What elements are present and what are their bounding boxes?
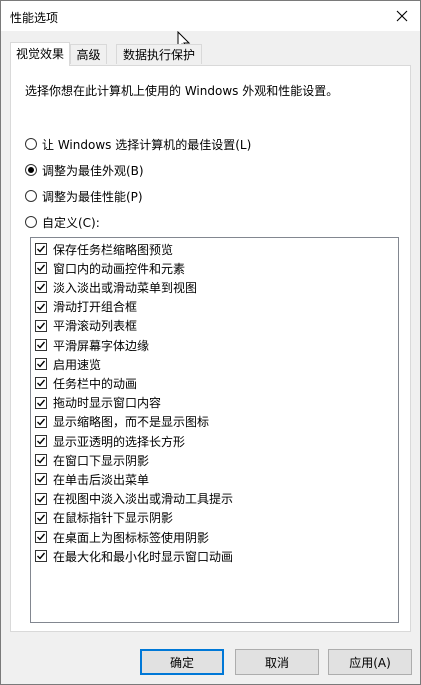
effect-label: 窗口内的动画控件和元素 [53,261,186,276]
effect-list-item[interactable]: 在视图中淡入淡出或滑动工具提示 [35,490,233,508]
checkmark-icon [37,552,46,560]
effect-list-item[interactable]: 在桌面上为图标标签使用阴影 [35,528,209,546]
option-label: 让 Windows 选择计算机的最佳设置(L) [42,137,252,152]
panel-description: 选择你想在此计算机上使用的 Windows 外观和性能设置。 [25,84,339,98]
checkmark-icon [37,360,46,368]
effect-label: 显示亚透明的选择长方形 [53,434,186,449]
checkbox[interactable] [35,300,47,313]
option-best-appearance[interactable]: 调整为最佳外观(B) [25,161,144,179]
performance-options-dialog: 性能选项 视觉效果 高级 数据执行保护 选择你想在此计算机上使用的 Window… [0,0,421,685]
radio-button[interactable] [25,190,37,202]
effect-label: 滑动打开组合框 [53,300,138,315]
effect-label: 显示缩略图，而不是显示图标 [53,415,210,430]
effect-list-item[interactable]: 启用速览 [35,355,101,373]
radio-button[interactable] [25,216,37,228]
tab-advanced[interactable]: 高级 [70,44,107,64]
radio-button[interactable] [25,138,37,150]
checkbox[interactable] [35,492,47,505]
visual-effects-panel: 选择你想在此计算机上使用的 Windows 外观和性能设置。 让 Windows… [10,65,411,632]
ok-button[interactable]: 确定 [140,649,224,675]
checkmark-icon [37,264,46,272]
effect-label: 淡入淡出或滑动菜单到视图 [53,280,198,295]
checkmark-icon [37,418,46,426]
effect-list-item[interactable]: 在鼠标指针下显示阴影 [35,509,173,527]
effect-list-item[interactable]: 任务栏中的动画 [35,374,137,392]
effect-label: 在鼠标指针下显示阴影 [53,511,174,526]
effect-list-item[interactable]: 平滑屏幕字体边缘 [35,336,149,354]
effect-list-item[interactable]: 滑动打开组合框 [35,298,137,316]
checkbox[interactable] [35,339,47,351]
checkmark-icon [37,533,46,541]
checkmark-icon [37,283,46,291]
option-custom[interactable]: 自定义(C): [25,213,100,231]
effect-label: 任务栏中的动画 [53,376,138,391]
checkbox[interactable] [35,473,47,486]
effect-label: 启用速览 [53,357,102,372]
close-icon [396,10,408,22]
checkmark-icon [37,495,46,503]
effect-label: 在单击后淡出菜单 [53,472,150,487]
checkbox[interactable] [35,396,47,409]
effect-label: 在桌面上为图标标签使用阴影 [53,530,210,545]
checkmark-icon [37,303,46,311]
effect-label: 拖动时显示窗口内容 [53,396,162,411]
option-best-performance[interactable]: 调整为最佳性能(P) [25,187,143,205]
effect-list-item[interactable]: 保存任务栏缩略图预览 [35,240,173,258]
effect-list-item[interactable]: 在窗口下显示阴影 [35,451,149,469]
option-label: 调整为最佳性能(P) [42,189,143,204]
checkbox[interactable] [35,435,47,447]
effect-label: 在窗口下显示阴影 [53,453,150,468]
checkmark-icon [37,379,46,387]
effect-list-item[interactable]: 淡入淡出或滑动菜单到视图 [35,278,197,296]
checkbox[interactable] [35,454,47,467]
radio-button[interactable] [25,164,37,176]
checkbox[interactable] [35,243,47,255]
checkbox[interactable] [35,262,47,275]
effect-label: 平滑屏幕字体边缘 [53,338,150,353]
option-label: 调整为最佳外观(B) [42,163,144,178]
title-bar[interactable]: 性能选项 [1,1,420,31]
close-button[interactable] [384,1,420,31]
option-label: 自定义(C): [42,215,100,230]
checkbox[interactable] [35,281,47,294]
effect-label: 在视图中淡入淡出或滑动工具提示 [53,492,234,507]
effect-label: 在最大化和最小化时显示窗口动画 [53,549,234,564]
option-let-windows-choose[interactable]: 让 Windows 选择计算机的最佳设置(L) [25,135,251,153]
effect-list-item[interactable]: 显示缩略图，而不是显示图标 [35,413,209,431]
checkbox[interactable] [35,358,47,371]
effect-list-item[interactable]: 显示亚透明的选择长方形 [35,432,185,450]
checkmark-icon [37,245,46,253]
effect-list-item[interactable]: 平滑滚动列表框 [35,317,137,335]
checkmark-icon [37,399,46,407]
effect-list-item[interactable]: 在最大化和最小化时显示窗口动画 [35,547,233,565]
checkbox[interactable] [35,415,47,428]
checkmark-icon [37,437,46,445]
cancel-button[interactable]: 取消 [235,649,319,675]
visual-effects-list[interactable]: 保存任务栏缩略图预览 窗口内的动画控件和元素 淡入淡出或滑动菜单到视图 滑动打开组合框… [30,237,399,623]
effect-list-item[interactable]: 在单击后淡出菜单 [35,470,149,488]
checkbox[interactable] [35,531,47,543]
checkmark-icon [37,456,46,464]
apply-button[interactable]: 应用(A) [328,649,412,675]
checkmark-icon [37,475,46,483]
checkmark-icon [37,514,46,522]
checkbox[interactable] [35,319,47,332]
effect-list-item[interactable]: 拖动时显示窗口内容 [35,394,161,412]
checkmark-icon [37,322,46,330]
effect-label: 平滑滚动列表框 [53,319,138,334]
checkbox[interactable] [35,511,47,524]
tab-visual-effects[interactable]: 视觉效果 [10,42,70,66]
tab-data-execution-prevention[interactable]: 数据执行保护 [116,44,202,64]
checkbox[interactable] [35,550,47,563]
effect-label: 保存任务栏缩略图预览 [53,242,174,257]
effect-list-item[interactable]: 窗口内的动画控件和元素 [35,259,185,277]
window-title: 性能选项 [10,11,59,25]
checkmark-icon [37,341,46,349]
checkbox[interactable] [35,377,47,390]
